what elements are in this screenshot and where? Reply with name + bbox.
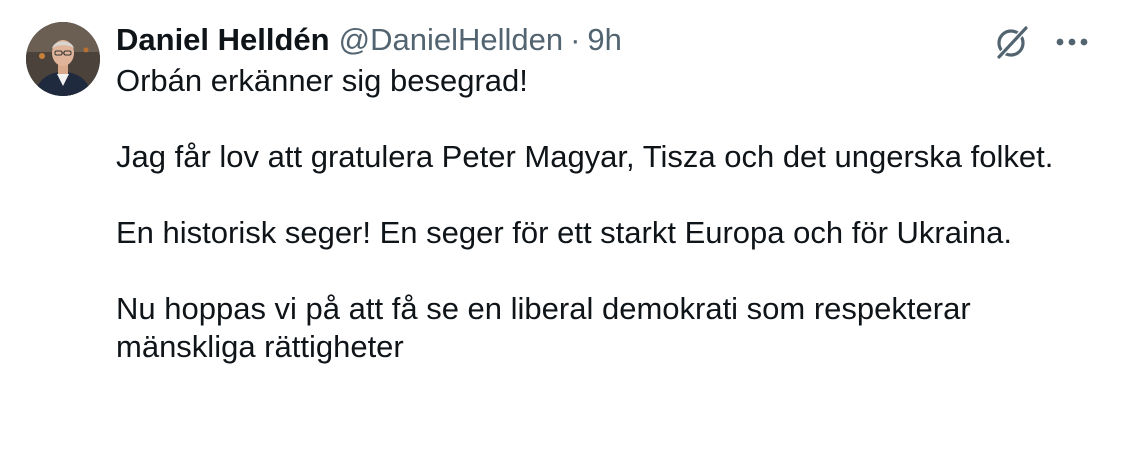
profile-avatar[interactable] xyxy=(26,22,100,96)
more-options-icon xyxy=(1056,38,1088,46)
grok-button[interactable] xyxy=(990,20,1034,64)
tweet-paragraph: Orbán erkänner sig besegrad! xyxy=(116,63,528,98)
tweet-paragraph: Nu hoppas vi på att få se en liberal dem… xyxy=(116,291,971,364)
tweet-card[interactable]: Daniel Helldén @DanielHellden · 9h Orbán… xyxy=(0,0,1136,458)
tweet-header: Daniel Helldén @DanielHellden · 9h xyxy=(116,20,622,60)
more-options-button[interactable] xyxy=(1050,22,1094,62)
avatar-image xyxy=(26,22,100,96)
tweet-timestamp[interactable]: 9h xyxy=(587,20,621,60)
header-separator: · xyxy=(570,22,581,57)
tweet-paragraph: En historisk seger! En seger för ett sta… xyxy=(116,215,1012,250)
author-handle[interactable]: @DanielHellden xyxy=(339,20,563,60)
tweet-paragraph: Jag får lov att gratulera Peter Magyar, … xyxy=(116,139,1054,174)
tweet-text: Orbán erkänner sig besegrad! Jag får lov… xyxy=(116,62,1116,366)
grok-icon xyxy=(996,25,1029,60)
author-display-name[interactable]: Daniel Helldén xyxy=(116,20,330,60)
